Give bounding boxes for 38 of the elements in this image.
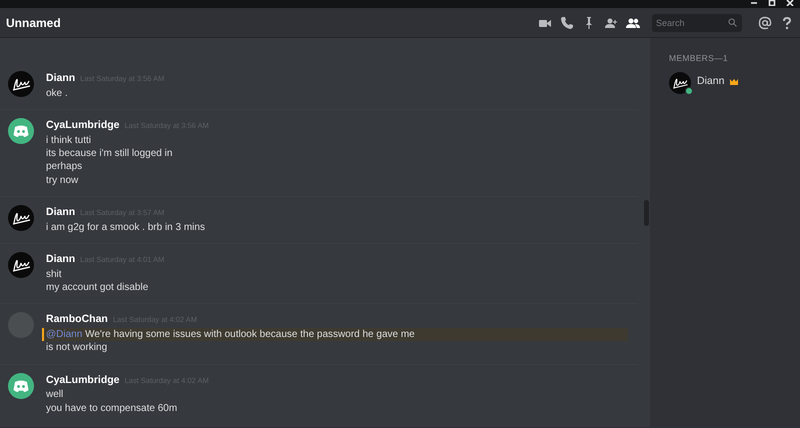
script-logo-avatar [669,72,691,94]
message-text: perhaps [46,160,84,174]
message-text: @Diann We're having some issues with outlook because the password he gave me [42,328,628,342]
close-icon[interactable] [786,0,794,6]
message-text: i think tutti [46,134,92,148]
minimize-icon[interactable] [750,0,758,6]
username[interactable]: Diann [46,252,76,268]
message-text: try now [46,174,80,187]
member-name[interactable]: Diann [697,74,724,90]
search-icon [728,18,737,27]
people-icon[interactable] [626,16,640,30]
username[interactable]: RamboChan [46,312,108,328]
members-heading: MEMBERS—1 [669,52,729,65]
username[interactable]: Diann [46,71,76,87]
add-person-icon[interactable] [604,16,618,30]
script-logo-avatar [8,204,34,231]
search-field[interactable]: Search [652,14,742,32]
scrollbar-thumb[interactable] [644,200,649,226]
discord-avatar [8,118,34,144]
help-icon[interactable] [780,16,794,30]
mentions-icon[interactable] [758,16,772,30]
message-text: shit [46,268,63,282]
message-text: oke . [46,86,69,100]
username[interactable]: CyaLumbridge [46,118,120,134]
username[interactable]: Diann [46,204,76,221]
username[interactable]: CyaLumbridge [46,372,120,388]
script-logo-avatar [8,71,34,97]
message-text: you have to compensate 60m [46,402,178,416]
channel-title: Unnamed [6,14,61,32]
script-logo-avatar [8,252,34,278]
message-text: well [46,388,64,402]
maximize-icon[interactable] [768,0,776,6]
message-text: its because i'm still logged in [46,147,174,160]
message-text: i am g2g for a smook . brb in 3 mins [46,220,205,234]
phone-icon[interactable] [560,16,574,30]
discord-avatar [8,372,34,399]
message-text: my account got disable [46,281,150,294]
message-text: is not working [46,341,108,355]
